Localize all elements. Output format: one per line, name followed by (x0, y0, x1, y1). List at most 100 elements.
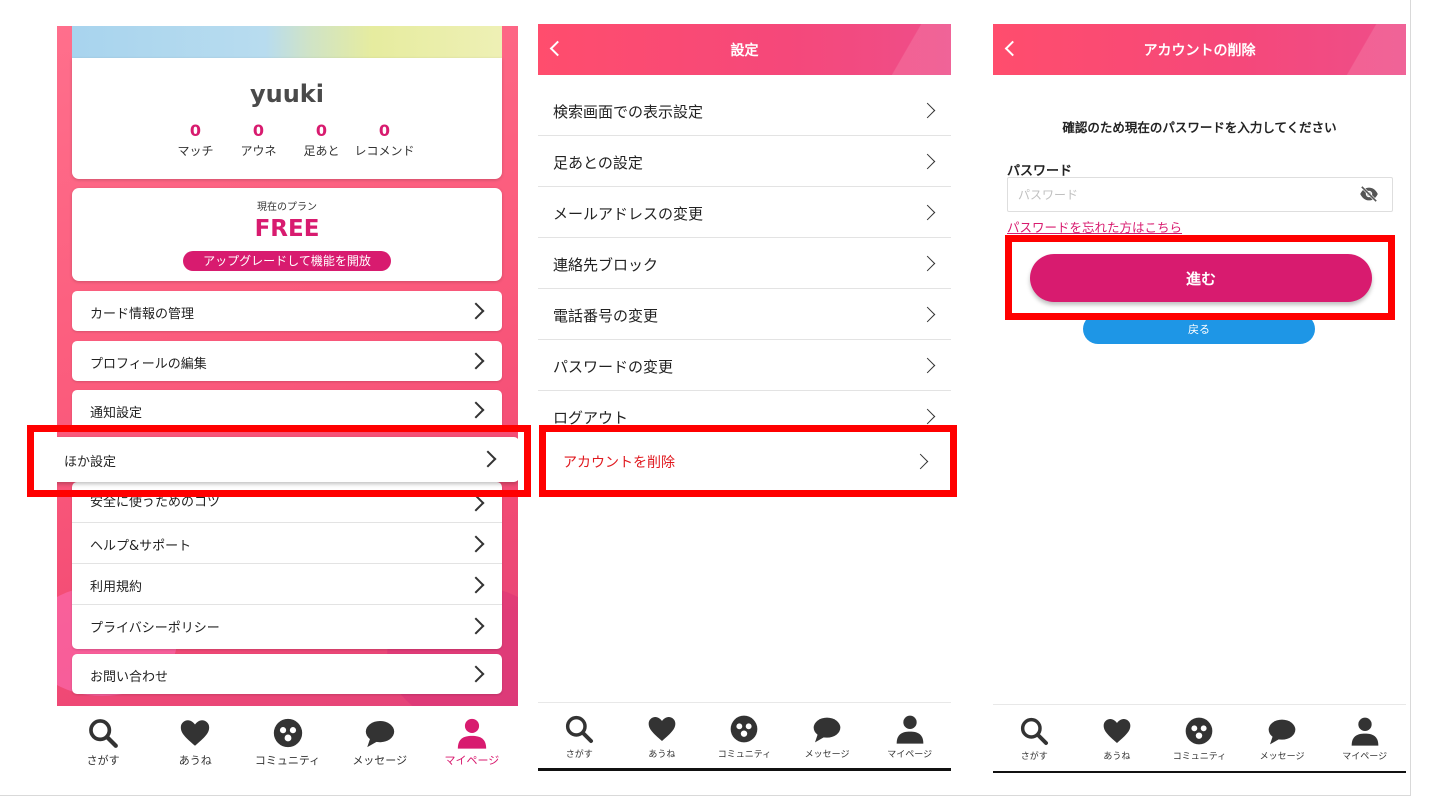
stat-footprints[interactable]: 0 足あと (290, 121, 353, 159)
menu-item-notification-settings[interactable]: 通知設定 (72, 390, 502, 430)
plan-label: 現在のプラン (257, 202, 317, 213)
settings-header: 設定 (538, 24, 951, 75)
settings-item-label: 足あとの設定 (553, 154, 643, 172)
community-icon (273, 718, 302, 748)
settings-item-contact-block[interactable]: 連絡先ブロック (538, 238, 951, 289)
tab-aune[interactable]: あうね (1076, 705, 1159, 774)
tab-aune[interactable]: あうね (149, 706, 241, 778)
bottom-tab-bar: さがす あうね コミュニティ メッセージ マイページ (538, 702, 951, 772)
highlight-next-button (1005, 235, 1395, 320)
menu-item-terms[interactable]: 利用規約 (72, 564, 502, 605)
menu-item-card-info[interactable]: カード情報の管理 (72, 291, 502, 331)
tab-label: コミュニティ (717, 750, 772, 760)
tab-label: コミュニティ (1172, 752, 1227, 762)
profile-card: yuuki 0 マッチ 0 アウネ 0 足あと 0 レコメンド (72, 58, 502, 179)
tab-label: メッセージ (804, 750, 850, 760)
menu-item-contact[interactable]: お問い合わせ (72, 654, 502, 694)
chevron-right-icon (467, 401, 485, 419)
search-icon (1021, 717, 1049, 745)
person-icon (457, 718, 487, 749)
menu-item-label: プロフィールの編集 (90, 357, 207, 372)
forgot-password-link[interactable]: パスワードを忘れた方はこちら (1007, 217, 1182, 236)
tab-aune[interactable]: あうね (621, 703, 704, 772)
tab-label: あうね (1103, 752, 1131, 762)
menu-item-label: プライバシーポリシー (90, 621, 220, 636)
stat-label: 足あと (303, 144, 340, 158)
community-icon (1186, 717, 1213, 745)
tab-mypage[interactable]: マイページ (426, 706, 518, 778)
community-icon (731, 715, 758, 743)
tab-label: メッセージ (1259, 752, 1305, 762)
bottom-tab-bar: さがす あうね コミュニティ メッセージ マイページ (57, 706, 518, 778)
tab-messages[interactable]: メッセージ (334, 706, 426, 778)
eye-slash-icon[interactable] (1359, 186, 1379, 202)
stat-recommend[interactable]: 0 レコメンド (353, 121, 416, 159)
menu-item-privacy-policy[interactable]: プライバシーポリシー (72, 605, 502, 646)
settings-item-change-password[interactable]: パスワードの変更 (538, 340, 951, 391)
profile-stats: 0 マッチ 0 アウネ 0 足あと 0 レコメンド (164, 121, 416, 159)
password-input[interactable] (1007, 177, 1393, 212)
tab-search[interactable]: さがす (538, 703, 621, 772)
stat-match[interactable]: 0 マッチ (164, 121, 227, 159)
settings-item-footprints[interactable]: 足あとの設定 (538, 136, 951, 187)
search-icon (566, 715, 594, 743)
settings-item-label: 電話番号の変更 (553, 307, 659, 325)
plan-card: 現在のプラン FREE アップグレードして機能を開放 (72, 188, 502, 281)
heart-icon (1103, 719, 1131, 743)
delete-account-screen: アカウントの削除 確認のため現在のパスワードを入力してください パスワード パス… (993, 24, 1406, 774)
password-instruction: 確認のため現在のパスワードを入力してください (1062, 120, 1337, 135)
tab-search[interactable]: さがす (993, 705, 1076, 774)
settings-item-search-display[interactable]: 検索画面での表示設定 (538, 85, 951, 136)
tab-label: さがす (565, 750, 593, 760)
tab-label: マイページ (887, 750, 933, 760)
settings-item-change-email[interactable]: メールアドレスの変更 (538, 187, 951, 238)
stat-label: アウネ (240, 144, 277, 158)
upgrade-button[interactable]: アップグレードして機能を開放 (183, 251, 391, 271)
chevron-right-icon (919, 204, 936, 221)
stat-count: 0 (189, 121, 202, 140)
settings-item-label: パスワードの変更 (553, 358, 674, 376)
person-icon (1351, 717, 1379, 746)
tab-community[interactable]: コミュニティ (1158, 705, 1241, 774)
tab-label: コミュニティ (254, 754, 321, 767)
chevron-right-icon (919, 306, 936, 323)
tab-label: あうね (648, 750, 676, 760)
chat-bubble-icon (813, 717, 841, 743)
tab-label: あうね (178, 754, 212, 767)
chevron-right-icon (467, 494, 485, 512)
tab-mypage[interactable]: マイページ (1323, 705, 1406, 774)
stat-aune[interactable]: 0 アウネ (227, 121, 290, 159)
tab-label: さがす (1020, 752, 1048, 762)
menu-item-label: お問い合わせ (90, 670, 169, 685)
tab-label: さがす (86, 754, 120, 767)
chevron-right-icon (467, 535, 485, 553)
support-menu-group: 安全に使うためのコツ ヘルプ&サポート 利用規約 プライバシーポリシー (72, 482, 502, 649)
page-title: アカウントの削除 (1143, 43, 1256, 59)
chevron-right-icon (467, 665, 485, 683)
menu-item-label: カード情報の管理 (90, 307, 195, 322)
settings-item-change-phone[interactable]: 電話番号の変更 (538, 289, 951, 340)
chevron-right-icon (919, 357, 936, 374)
chevron-right-icon (467, 302, 485, 320)
menu-item-edit-profile[interactable]: プロフィールの編集 (72, 341, 502, 381)
chevron-right-icon (919, 408, 936, 425)
chat-bubble-icon (365, 720, 394, 748)
bottom-tab-bar: さがす あうね コミュニティ メッセージ マイページ (993, 704, 1406, 774)
stat-label: レコメンド (354, 144, 415, 158)
tab-mypage[interactable]: マイページ (868, 703, 951, 772)
page-title: 設定 (730, 43, 759, 59)
highlight-delete-account (539, 425, 957, 497)
home-indicator (993, 771, 1406, 773)
chevron-right-icon (467, 617, 485, 635)
settings-item-label: 検索画面での表示設定 (553, 103, 704, 121)
tab-search[interactable]: さがす (57, 706, 149, 778)
stat-count: 0 (378, 121, 391, 140)
tab-community[interactable]: コミュニティ (241, 706, 333, 778)
menu-item-help-support[interactable]: ヘルプ&サポート (72, 523, 502, 564)
heart-icon (181, 720, 210, 746)
menu-item-label: 利用規約 (90, 580, 143, 595)
tab-community[interactable]: コミュニティ (703, 703, 786, 772)
tab-messages[interactable]: メッセージ (786, 703, 869, 772)
tab-messages[interactable]: メッセージ (1241, 705, 1324, 774)
highlight-other-settings (27, 425, 531, 497)
